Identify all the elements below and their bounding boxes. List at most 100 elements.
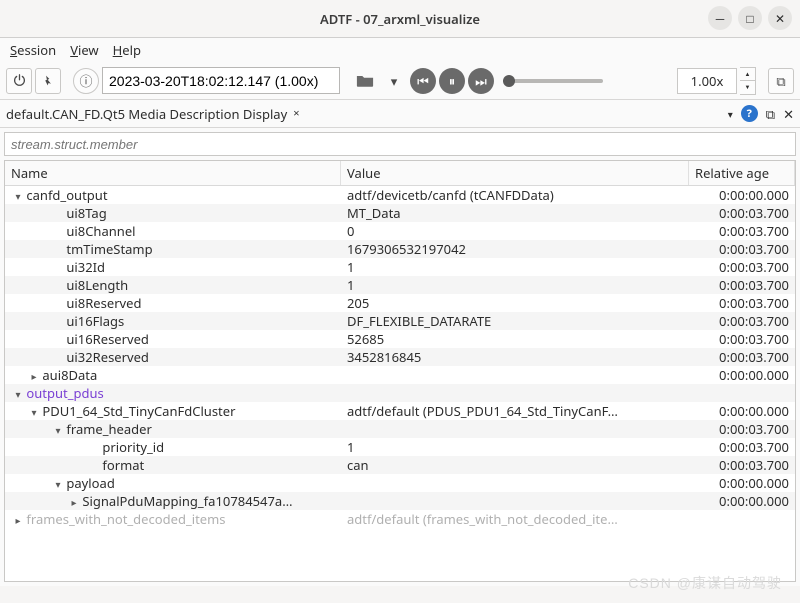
row-name: tmTimeStamp xyxy=(66,240,152,258)
close-button[interactable]: ✕ xyxy=(768,6,792,30)
row-name: ui8Length xyxy=(66,276,128,294)
row-value: adtf/default (PDUS_PDU1_64_Std_TinyCanF… xyxy=(341,402,689,420)
content-pane: Name Value Relative age ▾ canfd_outputad… xyxy=(0,128,800,586)
table-row[interactable]: ▾ PDU1_64_Std_TinyCanFdCluster adtf/defau… xyxy=(5,402,795,420)
tab-title: default.CAN_FD.Qt5 Media Description Dis… xyxy=(6,105,287,123)
filter-input[interactable] xyxy=(4,132,796,156)
forward-button[interactable]: ⏭ xyxy=(468,68,494,94)
row-name: SignalPduMapping_fa10784547a… xyxy=(82,492,292,510)
table-row[interactable]: priority_id10:00:03.700 xyxy=(5,438,795,456)
table-row[interactable]: ui32Id10:00:03.700 xyxy=(5,258,795,276)
table-row[interactable]: ui16Flags DF_FLEXIBLE_DATARATE0:00:03.700 xyxy=(5,312,795,330)
table-row[interactable]: ui8Length10:00:03.700 xyxy=(5,276,795,294)
tab-float-icon[interactable]: ⧉ xyxy=(766,105,775,123)
table-row[interactable]: ui8Reserved2050:00:03.700 xyxy=(5,294,795,312)
table-row[interactable]: format can0:00:03.700 xyxy=(5,456,795,474)
disclosure-icon[interactable]: ▾ xyxy=(29,405,39,419)
row-age: 0:00:03.700 xyxy=(689,330,795,348)
tab-close-panel-icon[interactable]: ✕ xyxy=(783,105,794,123)
speed-value[interactable]: 1.00x xyxy=(677,68,737,94)
speed-slider[interactable] xyxy=(503,79,603,83)
minimize-button[interactable]: ─ xyxy=(708,6,732,30)
row-name: ui32Id xyxy=(66,258,105,276)
row-name: ui16Flags xyxy=(66,312,124,330)
tab-menu-icon[interactable]: ▾ xyxy=(728,107,733,121)
rewind-button[interactable]: ⏮ xyxy=(410,68,436,94)
row-name: ui32Reserved xyxy=(66,348,149,366)
spin-up-icon[interactable]: ▲ xyxy=(740,68,755,81)
row-name: frame_header xyxy=(66,420,152,438)
row-age: 0:00:03.700 xyxy=(689,240,795,258)
menu-view[interactable]: View xyxy=(70,41,98,59)
row-value: 1 xyxy=(341,258,689,276)
menubar: Session View Help xyxy=(0,38,800,62)
row-name: ui8Channel xyxy=(66,222,135,240)
row-value: 1679306532197042 xyxy=(341,240,689,258)
col-age[interactable]: Relative age xyxy=(689,161,795,185)
table-row[interactable]: ▸ aui8Data0:00:00.000 xyxy=(5,366,795,384)
table-row[interactable]: ui8TagMT_Data0:00:03.700 xyxy=(5,204,795,222)
disclosure-icon[interactable]: ▸ xyxy=(29,369,39,383)
row-value: can xyxy=(341,456,689,474)
col-name[interactable]: Name xyxy=(5,161,341,185)
speed-spinner[interactable]: ▲▼ xyxy=(740,67,756,95)
row-age: 0:00:00.000 xyxy=(689,402,795,420)
menu-session[interactable]: Session xyxy=(10,41,56,59)
tab-media-display[interactable]: default.CAN_FD.Qt5 Media Description Dis… xyxy=(6,105,300,123)
table-row[interactable]: ui32Reserved34528168450:00:03.700 xyxy=(5,348,795,366)
row-value: adtf/devicetb/canfd (tCANFDData) xyxy=(341,186,689,204)
table-row[interactable]: ▾ frame_header 0:00:03.700 xyxy=(5,420,795,438)
window-controls: ─ □ ✕ xyxy=(708,6,792,30)
table-row[interactable]: ▸ SignalPduMapping_fa10784547a… 0:00:00.0… xyxy=(5,492,795,510)
col-value[interactable]: Value xyxy=(341,161,689,185)
open-folder-button[interactable] xyxy=(352,68,378,94)
row-name: PDU1_64_Std_TinyCanFdCluster xyxy=(42,402,235,420)
menu-help[interactable]: Help xyxy=(113,41,141,59)
table-row[interactable]: ui8Channel00:00:03.700 xyxy=(5,222,795,240)
table-row[interactable]: ▾ output_pdus xyxy=(5,384,795,402)
tree-header: Name Value Relative age xyxy=(5,161,795,186)
power-button[interactable] xyxy=(6,68,32,94)
table-row[interactable]: ▾ payload0:00:00.000 xyxy=(5,474,795,492)
row-age: 0:00:00.000 xyxy=(689,366,795,384)
timestamp-field[interactable] xyxy=(102,67,340,94)
table-row[interactable]: ▸ frames_with_not_decoded_items adtf/defa… xyxy=(5,510,795,528)
row-name: frames_with_not_decoded_items xyxy=(26,510,225,528)
tab-close-icon[interactable]: × xyxy=(293,106,299,121)
disclosure-icon[interactable]: ▾ xyxy=(13,189,23,203)
spin-down-icon[interactable]: ▼ xyxy=(740,81,755,94)
disclosure-icon[interactable]: ▸ xyxy=(69,495,79,509)
row-age: 0:00:00.000 xyxy=(689,492,795,510)
row-name: ui8Tag xyxy=(66,204,106,222)
row-age: 0:00:00.000 xyxy=(689,474,795,492)
maximize-button[interactable]: □ xyxy=(738,6,762,30)
row-age: 0:00:00.000 xyxy=(689,186,795,204)
row-value: DF_FLEXIBLE_DATARATE xyxy=(341,312,689,330)
row-age: 0:00:03.700 xyxy=(689,204,795,222)
pause-button[interactable]: ⏸ xyxy=(439,68,465,94)
row-age: 0:00:03.700 xyxy=(689,456,795,474)
tab-tools: ▾ ? ⧉ ✕ xyxy=(728,105,794,123)
row-value: 0 xyxy=(341,222,689,240)
disclosure-icon[interactable]: ▾ xyxy=(53,477,63,491)
table-row[interactable]: ▾ canfd_outputadtf/devicetb/canfd (tCANF… xyxy=(5,186,795,204)
stop-button[interactable]: ▾ xyxy=(381,68,407,94)
row-value: adtf/default (frames_with_not_decoded_it… xyxy=(341,510,689,528)
row-value: 1 xyxy=(341,276,689,294)
help-icon[interactable]: ? xyxy=(741,105,758,122)
run-button[interactable] xyxy=(35,68,61,94)
row-name: format xyxy=(102,456,144,474)
info-icon[interactable]: ⓘ xyxy=(73,68,99,94)
row-name: ui8Reserved xyxy=(66,294,141,312)
titlebar: ADTF - 07_arxml_visualize ─ □ ✕ xyxy=(0,0,800,38)
disclosure-icon[interactable]: ▾ xyxy=(13,387,23,401)
row-age: 0:00:03.700 xyxy=(689,420,795,438)
table-row[interactable]: tmTimeStamp 16793065321970420:00:03.700 xyxy=(5,240,795,258)
row-value: 52685 xyxy=(341,330,689,348)
row-name: output_pdus xyxy=(26,384,103,402)
disclosure-icon[interactable]: ▾ xyxy=(53,423,63,437)
disclosure-icon[interactable]: ▸ xyxy=(13,513,23,527)
popout-button[interactable]: ⧉ xyxy=(768,68,794,94)
table-row[interactable]: ui16Reserved526850:00:03.700 xyxy=(5,330,795,348)
row-age: 0:00:03.700 xyxy=(689,312,795,330)
